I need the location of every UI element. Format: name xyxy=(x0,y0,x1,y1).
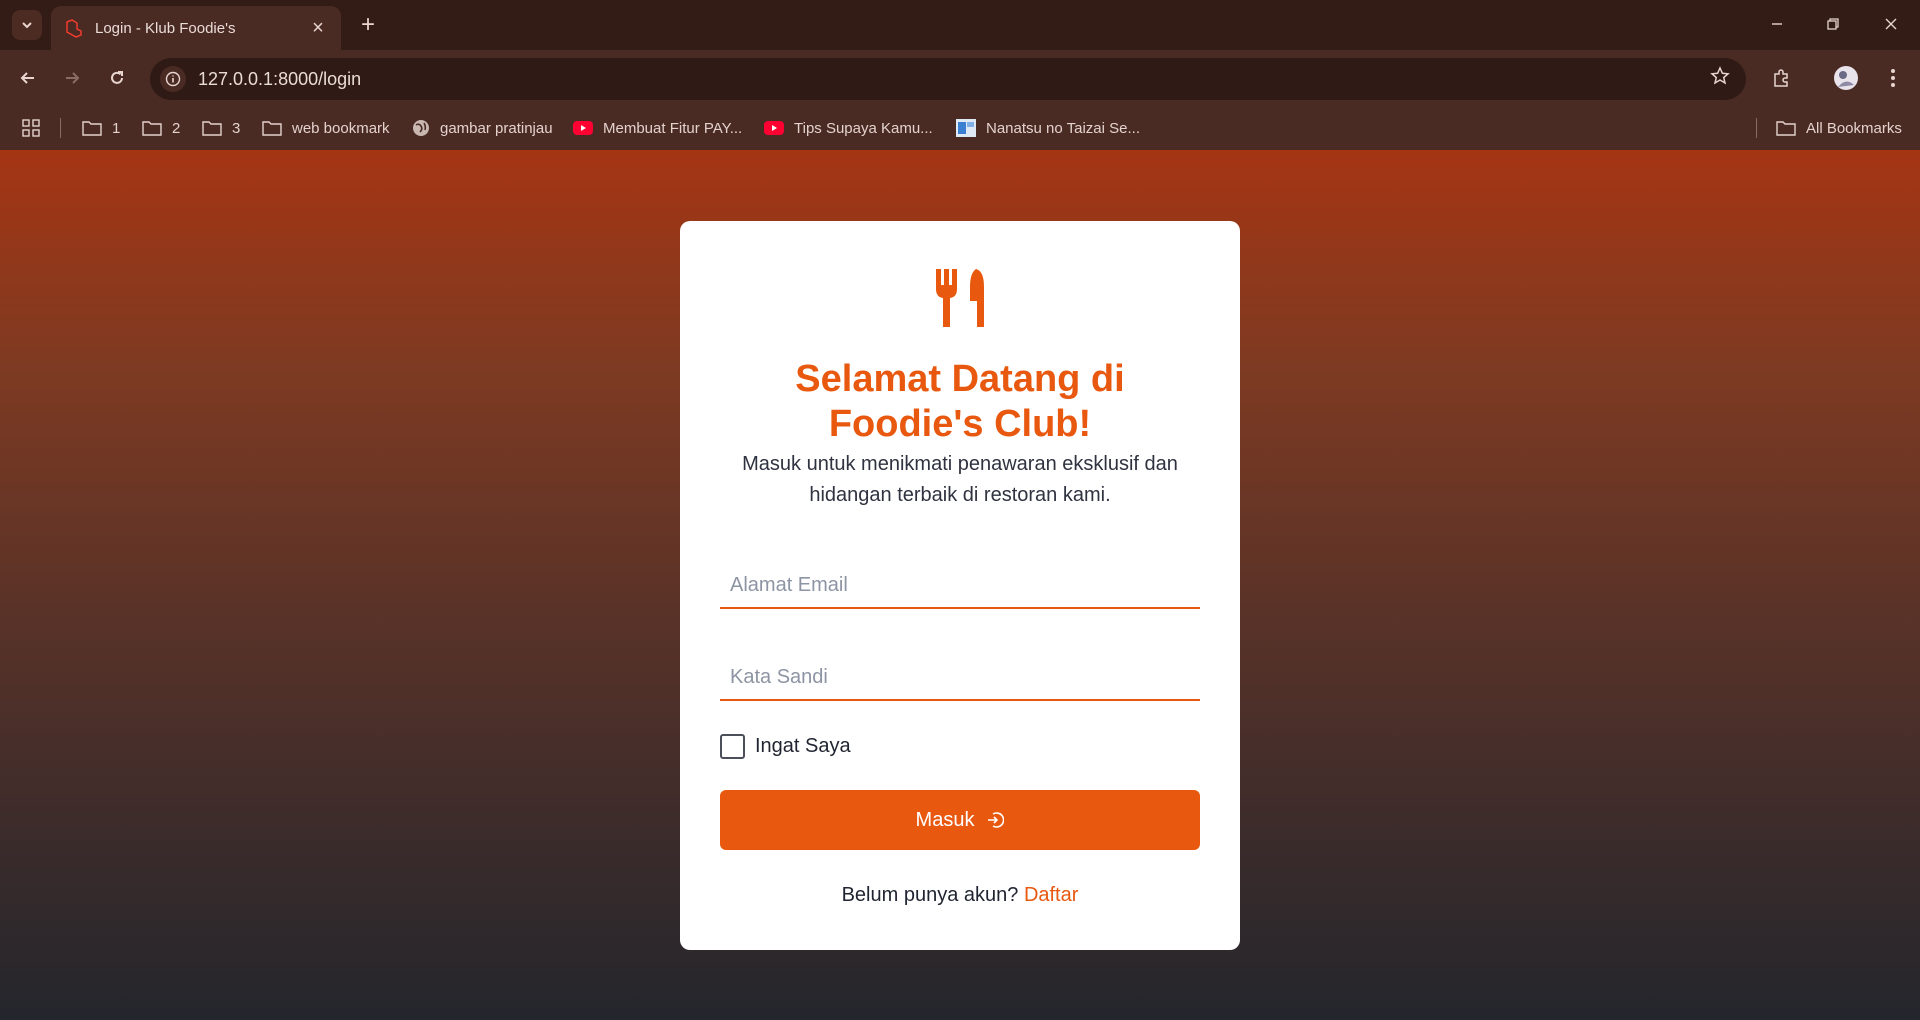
all-bookmarks-button[interactable]: All Bookmarks xyxy=(1776,106,1902,150)
folder-icon xyxy=(142,120,162,136)
forward-button[interactable] xyxy=(56,62,88,94)
close-window-button[interactable] xyxy=(1868,6,1914,42)
puzzle-icon xyxy=(1774,69,1788,87)
laravel-icon xyxy=(63,17,85,39)
login-card: Selamat Datang di Foodie's Club! Masuk u… xyxy=(680,221,1240,950)
all-bookmarks-label: All Bookmarks xyxy=(1806,119,1902,137)
bookmark-star-icon[interactable] xyxy=(1710,66,1730,92)
folder-icon xyxy=(82,120,102,136)
folder-icon xyxy=(1776,120,1796,136)
tab-title: Login - Klub Foodie's xyxy=(95,19,236,37)
bookmark-youtube-2[interactable]: Tips Supaya Kamu... xyxy=(764,106,933,150)
reload-icon xyxy=(111,71,123,84)
site-info-icon[interactable] xyxy=(160,66,186,92)
bookmark-youtube-1[interactable]: Membuat Fitur PAY... xyxy=(573,106,742,150)
bookmark-label: gambar pratinjau xyxy=(440,119,553,137)
close-tab-icon[interactable]: × xyxy=(307,17,329,40)
remember-label: Ingat Saya xyxy=(755,734,851,757)
folder-icon xyxy=(202,120,222,136)
new-tab-button[interactable]: + xyxy=(353,10,383,40)
bookmark-label: 2 xyxy=(172,119,181,137)
apps-grid-icon xyxy=(22,119,40,137)
folder-icon xyxy=(262,120,282,136)
register-prompt: Belum punya akun? xyxy=(841,884,1019,906)
remember-me[interactable]: Ingat Saya xyxy=(720,733,851,759)
login-button[interactable]: Masuk xyxy=(720,790,1200,850)
bookmark-nanatsu[interactable]: Nanatsu no Taizai Se... xyxy=(956,106,1140,150)
chevron-down-icon xyxy=(22,22,32,29)
welcome-title-line1: Selamat Datang di xyxy=(795,358,1125,400)
back-button[interactable] xyxy=(12,62,44,94)
tab-bar: Login - Klub Foodie's × + xyxy=(0,0,1920,50)
bookmark-folder-3[interactable]: 3 xyxy=(202,106,240,150)
address-bar[interactable]: 127.0.0.1:8000/login xyxy=(150,58,1746,100)
welcome-title: Selamat Datang di Foodie's Club! xyxy=(680,357,1240,447)
bookmark-label: Nanatsu no Taizai Se... xyxy=(986,119,1140,137)
active-tab[interactable]: Login - Klub Foodie's × xyxy=(51,6,341,50)
restore-icon xyxy=(1827,18,1839,30)
login-button-label: Masuk xyxy=(915,808,975,831)
bookmark-label: 3 xyxy=(232,119,241,137)
menu-button[interactable] xyxy=(1877,62,1909,94)
bookmark-folder-2[interactable]: 2 xyxy=(142,106,180,150)
page-background: Selamat Datang di Foodie's Club! Masuk u… xyxy=(0,150,1920,1020)
minimize-icon xyxy=(1772,23,1782,25)
bookmark-label: web bookmark xyxy=(292,119,390,137)
bookmarks-bar: 1 2 3 web bookmark gambar pratinjau Memb… xyxy=(0,106,1920,150)
bookmark-gambar[interactable]: gambar pratinjau xyxy=(412,106,553,150)
register-row: Belum punya akun? Daftar xyxy=(680,884,1240,907)
password-field[interactable] xyxy=(720,655,1200,701)
tab-search-button[interactable] xyxy=(12,10,42,40)
welcome-subtitle: Masuk untuk menikmati penawaran eksklusi… xyxy=(742,453,1178,506)
close-icon xyxy=(1885,18,1897,30)
bookmark-label: Tips Supaya Kamu... xyxy=(794,119,933,137)
welcome-title-line2: Foodie's Club! xyxy=(828,403,1092,445)
remember-checkbox[interactable] xyxy=(720,733,745,759)
sign-in-icon xyxy=(986,811,1005,829)
arrow-right-icon xyxy=(66,72,80,84)
bookmarks-divider xyxy=(1756,118,1757,138)
youtube-icon xyxy=(764,121,784,135)
email-field[interactable] xyxy=(720,563,1200,609)
utensils-icon xyxy=(936,269,984,327)
browser-toolbar: 127.0.0.1:8000/login xyxy=(0,50,1920,106)
youtube-icon xyxy=(573,121,593,135)
extensions-button[interactable] xyxy=(1765,62,1797,94)
avatar-icon xyxy=(1834,66,1858,90)
reload-button[interactable] xyxy=(101,62,133,94)
restore-button[interactable] xyxy=(1810,6,1856,42)
bookmarks-divider xyxy=(60,118,61,138)
apps-button[interactable] xyxy=(22,106,40,150)
minimize-button[interactable] xyxy=(1754,6,1800,42)
bookmark-folder-1[interactable]: 1 xyxy=(82,106,120,150)
site-icon xyxy=(956,119,976,137)
bookmark-label: 1 xyxy=(112,119,121,137)
globe-icon xyxy=(412,119,430,137)
profile-avatar[interactable] xyxy=(1830,62,1862,94)
arrow-left-icon xyxy=(20,72,34,84)
register-link[interactable]: Daftar xyxy=(1024,884,1078,906)
more-vertical-icon xyxy=(1891,69,1895,87)
url-text[interactable]: 127.0.0.1:8000/login xyxy=(198,69,1710,90)
bookmark-folder-web[interactable]: web bookmark xyxy=(262,106,390,150)
bookmark-label: Membuat Fitur PAY... xyxy=(603,119,743,137)
